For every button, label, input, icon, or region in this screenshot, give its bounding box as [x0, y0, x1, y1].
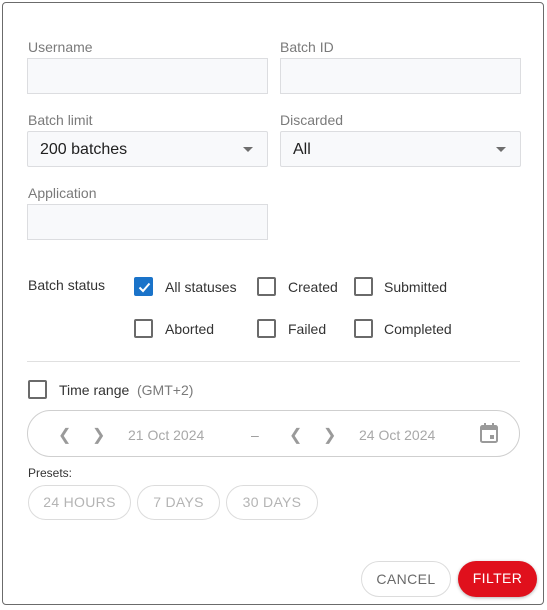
- preset-24-hours[interactable]: 24 HOURS: [28, 485, 131, 520]
- batch-id-input[interactable]: [280, 58, 521, 94]
- checkbox-created[interactable]: [257, 277, 276, 296]
- discarded-label: Discarded: [280, 112, 344, 128]
- date-range-picker: ❮ ❯ 21 Oct 2024 – ❮ ❯ 24 Oct 2024: [27, 410, 520, 457]
- aborted-label: Aborted: [165, 321, 215, 337]
- calendar-icon[interactable]: [480, 423, 498, 443]
- batch-limit-value: 200 batches: [40, 141, 128, 158]
- time-range-label: Time range: [59, 382, 130, 398]
- dropdown-arrow-icon: [243, 147, 253, 152]
- cancel-button[interactable]: CANCEL: [361, 561, 451, 597]
- checkbox-aborted[interactable]: [134, 319, 153, 338]
- completed-label: Completed: [384, 321, 452, 337]
- checkbox-submitted[interactable]: [354, 277, 373, 296]
- batch-id-label: Batch ID: [280, 39, 334, 55]
- filter-button[interactable]: FILTER: [458, 561, 537, 597]
- username-label: Username: [28, 39, 93, 55]
- discarded-value: All: [293, 141, 311, 158]
- checkbox-failed[interactable]: [257, 319, 276, 338]
- presets-label: Presets:: [28, 466, 73, 480]
- discarded-select[interactable]: All: [280, 131, 521, 167]
- batch-limit-select[interactable]: 200 batches: [27, 131, 268, 167]
- start-date[interactable]: 21 Oct 2024: [128, 427, 204, 443]
- submitted-label: Submitted: [384, 279, 448, 295]
- chevron-left-icon[interactable]: ❮: [58, 425, 71, 445]
- preset-7-days[interactable]: 7 DAYS: [137, 485, 220, 520]
- application-input[interactable]: [27, 204, 268, 240]
- preset-30-days[interactable]: 30 DAYS: [226, 485, 318, 520]
- batch-limit-label: Batch limit: [28, 112, 93, 128]
- all-statuses-label: All statuses: [165, 279, 237, 295]
- application-label: Application: [28, 185, 97, 201]
- date-separator: –: [251, 427, 259, 443]
- batch-status-label: Batch status: [28, 277, 106, 293]
- end-date[interactable]: 24 Oct 2024: [359, 427, 435, 443]
- divider: [27, 361, 520, 362]
- checkbox-time-range[interactable]: [28, 380, 47, 399]
- chevron-right-icon[interactable]: ❯: [323, 425, 336, 445]
- timezone-label: (GMT+2): [137, 382, 194, 398]
- username-input[interactable]: [27, 58, 268, 94]
- failed-label: Failed: [288, 321, 327, 337]
- created-label: Created: [288, 279, 338, 295]
- dropdown-arrow-icon: [496, 147, 506, 152]
- checkbox-completed[interactable]: [354, 319, 373, 338]
- chevron-right-icon[interactable]: ❯: [92, 425, 105, 445]
- checkmark-icon: [138, 282, 151, 293]
- checkbox-all-statuses[interactable]: [134, 277, 153, 296]
- chevron-left-icon[interactable]: ❮: [289, 425, 302, 445]
